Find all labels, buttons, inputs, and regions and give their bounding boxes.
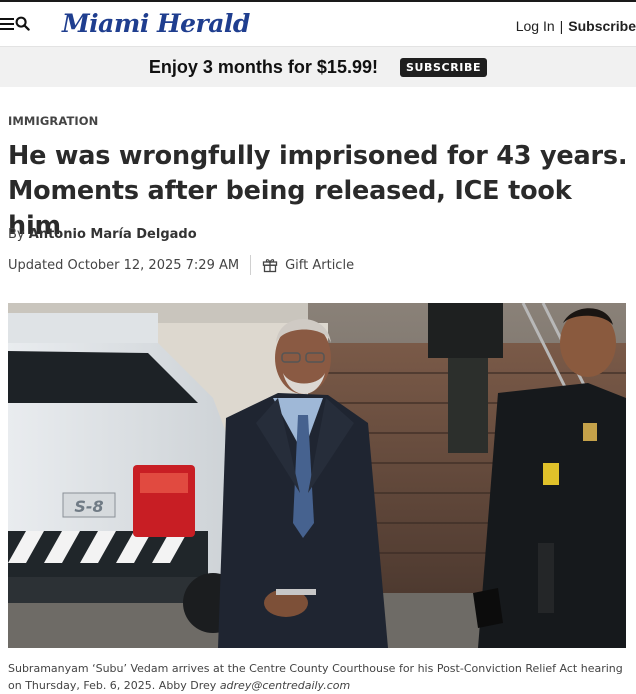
promo-text: Enjoy 3 months for $15.99! [148,56,378,77]
search-icon[interactable] [15,16,30,31]
gift-icon [262,259,278,273]
subscribe-link[interactable]: Subscribe [568,18,636,34]
lead-photo: S-8 [8,303,626,648]
site-logo[interactable]: Miami Herald [62,9,250,38]
menu-icon[interactable] [0,17,14,30]
gift-article-label: Gift Article [285,257,355,273]
photo-caption: Subramanyam ‘Subu’ Vedam arrives at the … [8,660,628,694]
meta-divider [250,255,252,275]
author-link[interactable]: Antonio María Delgado [29,227,197,242]
menu-search-group[interactable] [0,16,30,31]
section-label[interactable]: IMMIGRATION [8,114,98,128]
promo-subscribe-button[interactable]: SUBSCRIBE [399,57,488,77]
photo-illustration: S-8 [8,303,626,648]
gift-article-button[interactable]: Gift Article [262,257,354,273]
photographer-email[interactable]: adrey@centredaily.com [220,679,350,692]
login-link[interactable]: Log In [516,18,555,34]
updated-timestamp: Updated October 12, 2025 7:29 AM [8,257,240,273]
top-nav: Miami Herald Log In | Subscribe [0,0,636,47]
auth-links: Log In | Subscribe [516,18,636,34]
promo-banner: Enjoy 3 months for $15.99! SUBSCRIBE [0,47,636,87]
byline-prefix: By [8,227,25,242]
vehicle-marking: S-8 [74,497,103,516]
auth-separator: | [559,18,564,34]
byline: By Antonio María Delgado [8,227,197,242]
article-meta: Updated October 12, 2025 7:29 AM Gift Ar… [8,255,354,275]
